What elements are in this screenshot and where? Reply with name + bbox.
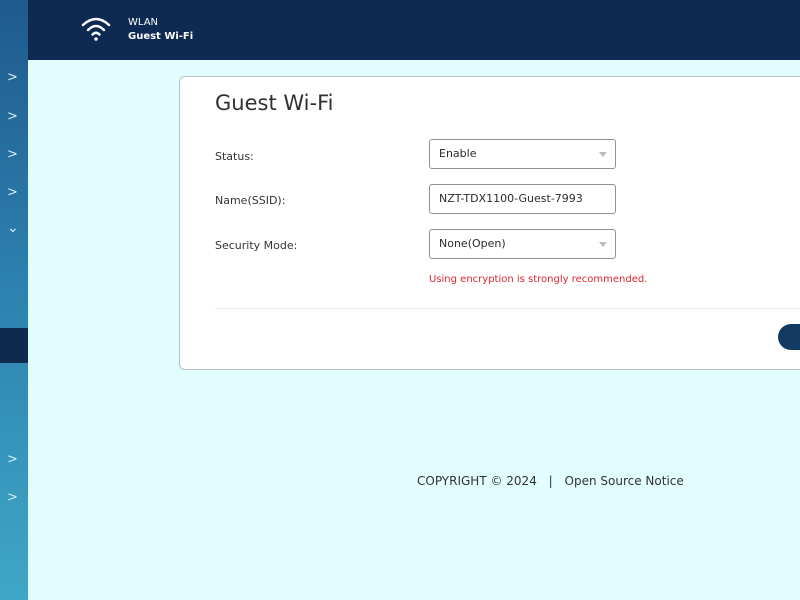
sidebar-expand-icon[interactable]: > [0,107,28,127]
header-page-label: Guest Wi-Fi [128,31,194,42]
sidebar-expand-icon[interactable]: > [0,68,28,88]
divider [215,308,800,309]
status-select[interactable]: Enable [429,139,616,169]
security-mode-select[interactable]: None(Open) [429,229,616,259]
sidebar-expand-icon[interactable]: > [0,488,28,508]
security-mode-value: None(Open) [439,237,506,250]
guest-wifi-card: Guest Wi-Fi Status: Enable Name(SSID): N… [179,76,800,370]
sidebar-expand-icon[interactable]: > [0,450,28,470]
sidebar: > > > > ⌄ > > [0,0,28,600]
sidebar-collapse-icon[interactable]: ⌄ [0,218,28,238]
chevron-down-icon [599,242,607,247]
page-title: Guest Wi-Fi [215,91,334,115]
ssid-input[interactable]: NZT-TDX1100-Guest-7993 [429,184,616,214]
status-select-value: Enable [439,147,477,160]
chevron-down-icon [599,152,607,157]
footer: COPYRIGHT © 2024 | Open Source Notice [417,474,684,488]
ssid-label: Name(SSID): [215,194,286,207]
header-section-label: WLAN [128,17,159,28]
ssid-input-value: NZT-TDX1100-Guest-7993 [439,192,583,205]
copyright-text: COPYRIGHT © 2024 [417,474,537,488]
wifi-icon [81,17,111,41]
sidebar-item-guest-wifi-active[interactable] [0,328,28,363]
security-mode-label: Security Mode: [215,239,298,252]
encryption-warning: Using encryption is strongly recommended… [429,274,648,285]
open-source-notice-link[interactable]: Open Source Notice [565,474,684,488]
sidebar-expand-icon[interactable]: > [0,183,28,203]
save-button[interactable] [778,324,800,350]
top-header: WLAN Guest Wi-Fi [28,0,800,60]
status-label: Status: [215,150,254,163]
sidebar-expand-icon[interactable]: > [0,145,28,165]
footer-separator: | [548,474,553,488]
